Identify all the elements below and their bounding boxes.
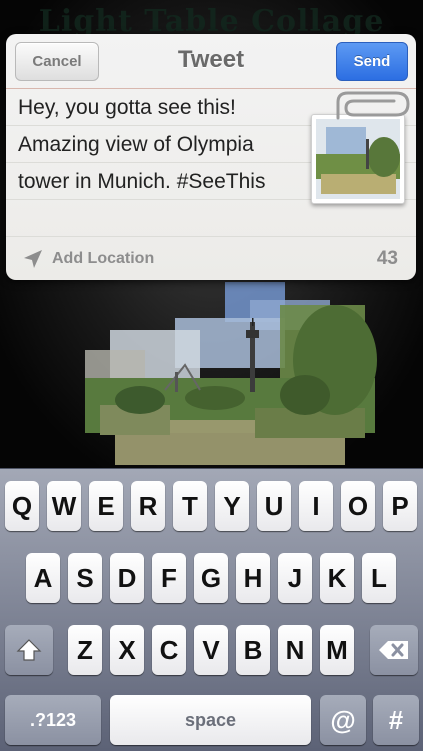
key-l[interactable]: L <box>362 553 396 603</box>
paperclip-icon <box>336 91 410 120</box>
key-x[interactable]: X <box>110 625 144 675</box>
hash-key[interactable]: # <box>373 695 419 745</box>
key-u[interactable]: U <box>257 481 291 531</box>
key-g[interactable]: G <box>194 553 228 603</box>
tweet-text-field[interactable]: Hey, you gotta see this! Amazing view of… <box>18 89 306 200</box>
key-h[interactable]: H <box>236 553 270 603</box>
key-f[interactable]: F <box>152 553 186 603</box>
keyboard: Q W E R T Y U I O P A S D F G H J K L Z … <box>0 468 423 751</box>
character-count: 43 <box>376 248 398 269</box>
key-o[interactable]: O <box>341 481 375 531</box>
add-location-label: Add Location <box>52 250 155 267</box>
send-button[interactable]: Send <box>336 42 408 81</box>
key-c[interactable]: C <box>152 625 186 675</box>
key-d[interactable]: D <box>110 553 144 603</box>
key-w[interactable]: W <box>47 481 81 531</box>
sheet-header: Cancel Tweet Send <box>6 34 416 89</box>
key-j[interactable]: J <box>278 553 312 603</box>
space-key[interactable]: space <box>110 695 311 745</box>
numbers-key[interactable]: .?123 <box>5 695 101 745</box>
key-p[interactable]: P <box>383 481 417 531</box>
key-k[interactable]: K <box>320 553 354 603</box>
key-q[interactable]: Q <box>5 481 39 531</box>
shift-key[interactable] <box>5 625 53 675</box>
key-i[interactable]: I <box>299 481 333 531</box>
key-b[interactable]: B <box>236 625 270 675</box>
location-arrow-icon <box>24 250 42 268</box>
cancel-button[interactable]: Cancel <box>15 42 99 81</box>
key-r[interactable]: R <box>131 481 165 531</box>
key-e[interactable]: E <box>89 481 123 531</box>
tweet-compose-sheet: Cancel Tweet Send Hey, you gotta see thi… <box>6 34 416 280</box>
tweet-text-line: tower in Munich. #SeeThis <box>18 170 266 193</box>
key-m[interactable]: M <box>320 625 354 675</box>
key-a[interactable]: A <box>26 553 60 603</box>
tweet-text-line: Hey, you gotta see this! <box>18 96 236 119</box>
tweet-text-line: Amazing view of Olympia <box>18 133 254 156</box>
add-location-button[interactable]: Add Location <box>22 247 154 271</box>
key-y[interactable]: Y <box>215 481 249 531</box>
delete-key[interactable] <box>370 625 418 675</box>
key-z[interactable]: Z <box>68 625 102 675</box>
shift-arrow-icon <box>16 639 42 661</box>
key-s[interactable]: S <box>68 553 102 603</box>
key-t[interactable]: T <box>173 481 207 531</box>
sheet-title: Tweet <box>177 46 245 73</box>
at-key[interactable]: @ <box>320 695 366 745</box>
backspace-icon <box>379 641 408 659</box>
ruled-line <box>6 236 416 237</box>
key-n[interactable]: N <box>278 625 312 675</box>
key-v[interactable]: V <box>194 625 228 675</box>
